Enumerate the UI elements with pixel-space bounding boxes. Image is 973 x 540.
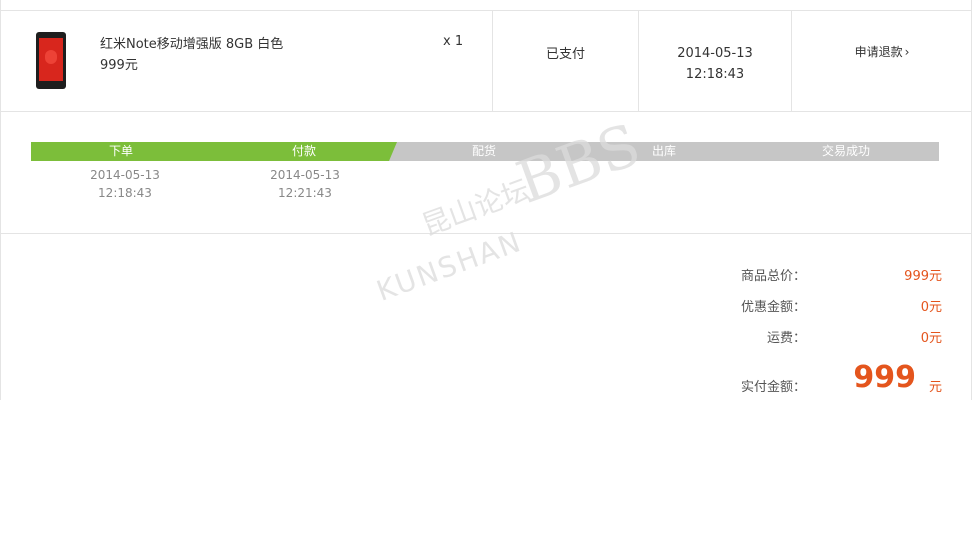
step-timestamp: 2014-05-13 12:18:43 (34, 166, 216, 202)
product-price: 999元 (100, 58, 138, 73)
shipping-value: 0元 (920, 331, 942, 346)
order-date: 2014-05-13 (677, 46, 753, 61)
phone-image (39, 38, 63, 81)
order-clock: 12:18:43 (685, 67, 745, 82)
product-thumbnail[interactable] (36, 32, 66, 89)
item-row-divider (0, 111, 972, 112)
top-divider (0, 10, 972, 11)
discount-label: 优惠金额： (740, 300, 806, 315)
discount-value: 0元 (920, 300, 942, 315)
step-time: 12:21:43 (278, 186, 332, 200)
step-date: 2014-05-13 (270, 168, 340, 182)
payment-status: 已支付 (545, 47, 585, 62)
subtotal-label: 商品总价： (740, 269, 806, 284)
amount-paid-label: 实付金额： (740, 380, 806, 395)
column-divider (791, 11, 792, 111)
chevron-right-icon: › (904, 45, 910, 59)
progress-step-label: 配货 (471, 144, 496, 158)
refund-label: 申请退款 (854, 45, 903, 59)
step-time: 12:18:43 (98, 186, 152, 200)
progress-step-label: 交易成功 (821, 144, 870, 158)
step-date: 2014-05-13 (90, 168, 160, 182)
order-time: 2014-05-13 12:18:43 (639, 43, 791, 85)
shipping-label: 运费： (766, 331, 806, 346)
product-quantity: x 1 (443, 34, 464, 49)
amount-paid-unit: 元 (928, 380, 942, 395)
product-name[interactable]: 红米Note移动增强版 8GB 白色 (100, 33, 283, 52)
subtotal-value: 999元 (904, 269, 942, 284)
refund-link[interactable]: 申请退款 › (792, 43, 972, 60)
step-timestamp: 2014-05-13 12:21:43 (214, 166, 396, 202)
progress-divider (0, 233, 972, 234)
order-progress-bar: 下单 付款 配货 出库 交易成功 (31, 142, 939, 161)
progress-step-label: 下单 (108, 144, 133, 158)
progress-step-label: 出库 (651, 144, 676, 158)
amount-paid-value: 999 (853, 360, 916, 395)
progress-step-label: 付款 (291, 144, 316, 158)
